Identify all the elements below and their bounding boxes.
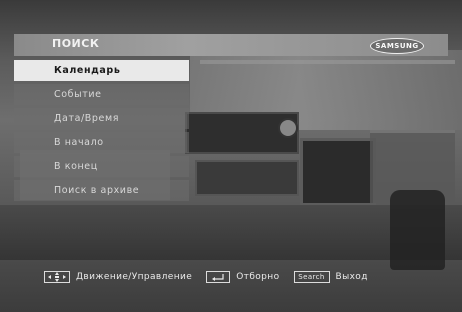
background-monitor xyxy=(300,138,376,206)
key-hint-bar: Движение/Управление Отборно Search Выход xyxy=(14,266,448,288)
enter-icon xyxy=(206,271,231,283)
menu-header: ПОИСК SAMSUNG xyxy=(14,34,448,56)
menu-item-date-time[interactable]: Дата/Время xyxy=(14,108,189,129)
background-equipment-knob xyxy=(278,118,298,138)
menu-item-archive-search[interactable]: Поиск в архиве xyxy=(14,180,189,201)
page-title: ПОИСК xyxy=(52,37,100,50)
dpad-icon xyxy=(44,271,70,283)
enter-hint-label: Отборно xyxy=(236,272,280,282)
menu-item-label: Событие xyxy=(54,89,102,100)
menu-item-label: В начало xyxy=(54,137,104,148)
menu-item-label: Календарь xyxy=(54,65,121,76)
menu-item-label: Поиск в архиве xyxy=(54,185,140,196)
menu-item-go-to-start[interactable]: В начало xyxy=(14,132,189,153)
nav-hint-label: Движение/Управление xyxy=(76,272,193,282)
menu-item-go-to-end[interactable]: В конец xyxy=(14,156,189,177)
background-chair xyxy=(390,190,445,270)
background-ceiling-bar xyxy=(200,60,455,64)
exit-hint-label: Выход xyxy=(335,272,368,282)
menu-item-label: Дата/Время xyxy=(54,113,120,124)
camera-screen: ПОИСК SAMSUNG Календарь Событие Дата/Вре… xyxy=(0,0,462,312)
menu-item-event[interactable]: Событие xyxy=(14,84,189,105)
samsung-logo: SAMSUNG xyxy=(370,38,424,54)
background-equipment-rack-lower xyxy=(195,160,299,196)
search-key-icon: Search xyxy=(293,271,330,283)
menu-item-calendar[interactable]: Календарь xyxy=(14,60,189,81)
search-menu: Календарь Событие Дата/Время В начало В … xyxy=(14,60,189,204)
menu-item-label: В конец xyxy=(54,161,98,172)
